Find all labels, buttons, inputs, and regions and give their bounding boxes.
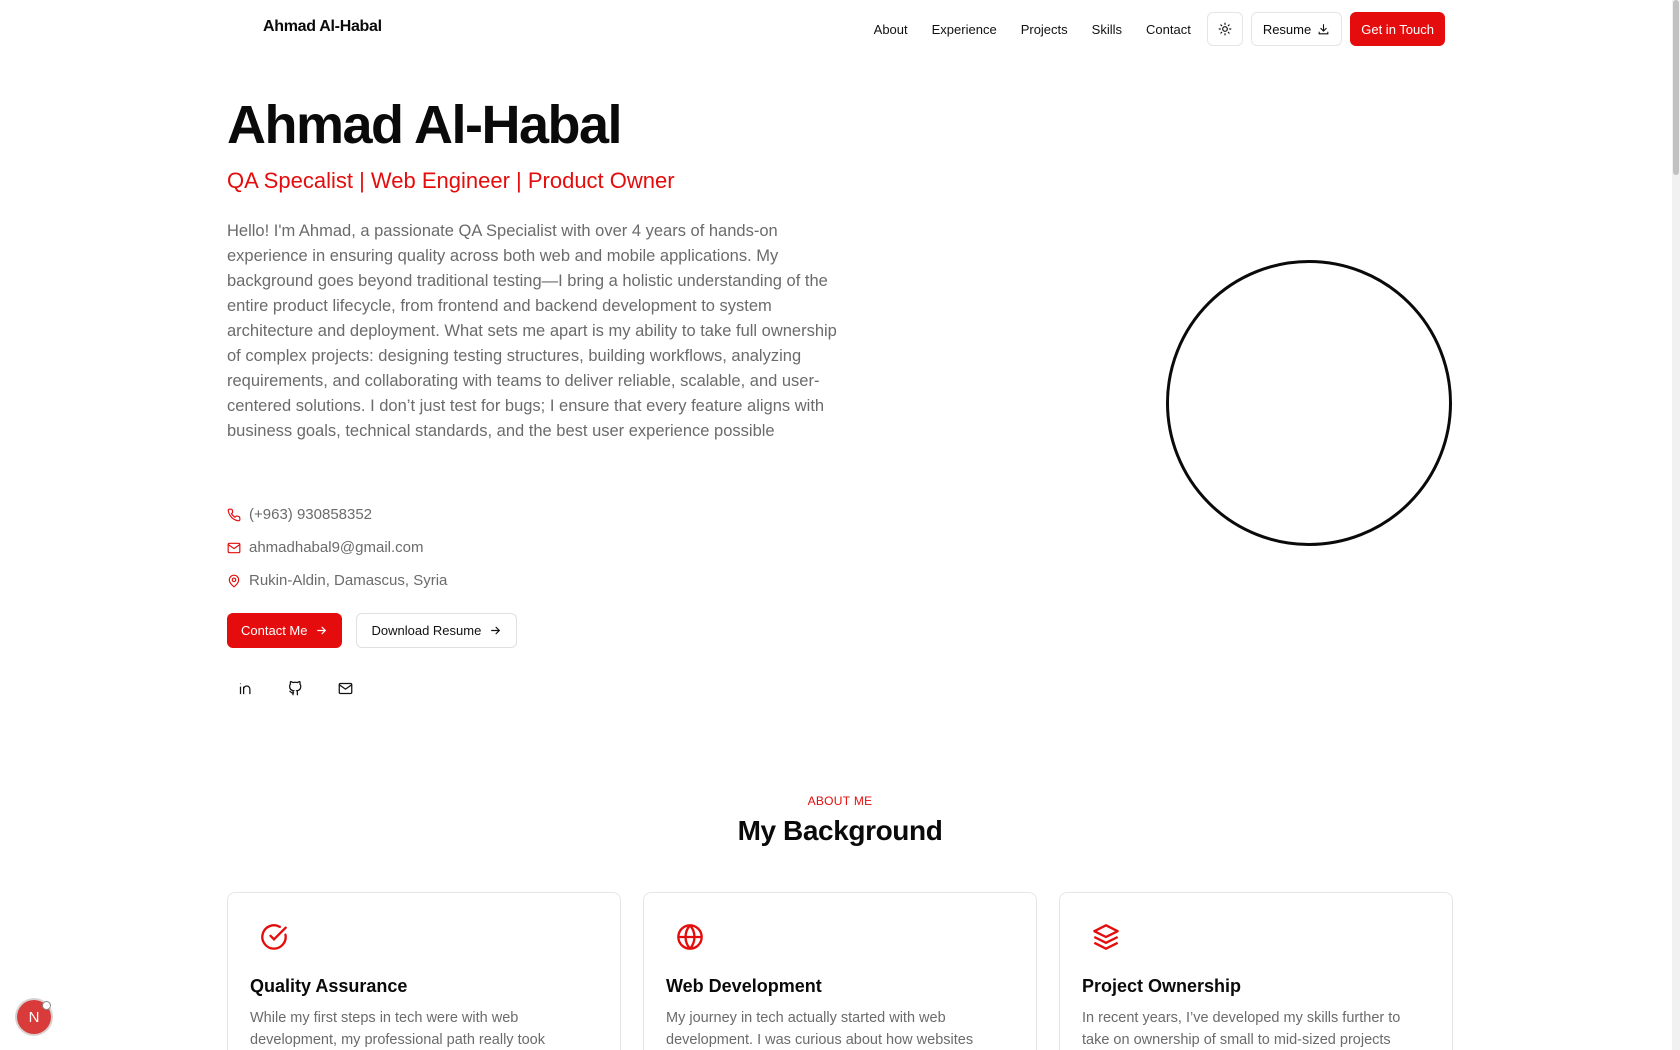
nav-experience[interactable]: Experience bbox=[932, 22, 997, 37]
download-resume-button[interactable]: Download Resume bbox=[356, 613, 518, 648]
about-eyebrow: ABOUT ME bbox=[807, 794, 873, 808]
nav-about[interactable]: About bbox=[874, 22, 908, 37]
arrow-right-icon bbox=[491, 626, 501, 635]
card-text: While my first steps in tech were with w… bbox=[250, 1010, 545, 1048]
mail-icon bbox=[338, 682, 352, 694]
contact-phone: (+963) 930858352 bbox=[227, 498, 447, 531]
location-text: Rukin-Aldin, Damascus, Syria bbox=[249, 572, 448, 589]
hero-name: Ahmad Al-Habal bbox=[227, 95, 623, 155]
linkedin-icon bbox=[239, 683, 250, 694]
download-resume-label: Download Resume bbox=[371, 623, 482, 638]
get-in-touch-button[interactable]: Get in Touch bbox=[1350, 12, 1445, 46]
phone-text: (+963) 930858352 bbox=[249, 506, 373, 523]
card-text: My journey in tech actually started with… bbox=[666, 1010, 974, 1048]
site-header: Ahmad Al-Habal About Experience Projects… bbox=[0, 0, 1672, 58]
github-icon bbox=[288, 680, 301, 695]
email-text: ahmadhabal9@gmail.com bbox=[249, 539, 424, 556]
layers-icon bbox=[1093, 924, 1119, 950]
card-project-ownership: Project Ownership In recent years, I’ve … bbox=[1059, 892, 1453, 1050]
resume-label: Resume bbox=[1262, 21, 1312, 37]
brand-logo[interactable]: Ahmad Al-Habal bbox=[263, 18, 382, 36]
github-link[interactable] bbox=[277, 672, 313, 704]
globe-icon bbox=[677, 924, 703, 950]
scrollbar-thumb[interactable] bbox=[1673, 0, 1679, 175]
download-icon bbox=[1318, 23, 1329, 34]
card-title: Project Ownership bbox=[1082, 976, 1242, 996]
card-text: In recent years, I’ve developed my skill… bbox=[1082, 1010, 1401, 1048]
phone-icon bbox=[227, 508, 241, 521]
contact-me-label: Contact Me bbox=[241, 623, 308, 638]
resume-download-button[interactable]: Resume bbox=[1250, 12, 1343, 46]
nav-contact[interactable]: Contact bbox=[1146, 22, 1191, 37]
hero-role: QA Specalist | Web Engineer | Product Ow… bbox=[227, 168, 675, 193]
contact-location: Rukin-Aldin, Damascus, Syria bbox=[227, 564, 447, 597]
arrow-right-icon bbox=[317, 626, 327, 635]
contact-me-button[interactable]: Contact Me bbox=[227, 613, 343, 648]
sun-icon bbox=[1218, 22, 1232, 36]
profile-photo-placeholder bbox=[1166, 260, 1452, 546]
theme-toggle-button[interactable] bbox=[1206, 12, 1243, 46]
about-title: My Background bbox=[737, 815, 943, 846]
linkedin-link[interactable] bbox=[227, 672, 263, 704]
email-link[interactable] bbox=[327, 672, 363, 704]
card-title: Web Development bbox=[666, 976, 822, 996]
map-pin-icon bbox=[228, 574, 240, 588]
nav-projects[interactable]: Projects bbox=[1021, 22, 1068, 37]
main-nav: About Experience Projects Skills Contact… bbox=[862, 12, 1445, 46]
about-cards: Quality Assurance While my first steps i… bbox=[227, 892, 1453, 1050]
check-circle-icon bbox=[261, 924, 287, 950]
scrollbar[interactable] bbox=[1672, 0, 1680, 1050]
nav-skills[interactable]: Skills bbox=[1092, 22, 1122, 37]
contact-list: (+963) 930858352 ahmadhabal9@gmail.com R… bbox=[227, 498, 447, 597]
card-web-development: Web Development My journey in tech actua… bbox=[643, 892, 1037, 1050]
dev-tools-indicator bbox=[42, 1001, 51, 1010]
card-quality-assurance: Quality Assurance While my first steps i… bbox=[227, 892, 621, 1050]
hero-actions: Contact Me Download Resume bbox=[227, 613, 518, 648]
contact-email: ahmadhabal9@gmail.com bbox=[227, 531, 447, 564]
social-links bbox=[227, 672, 363, 704]
card-title: Quality Assurance bbox=[250, 976, 408, 996]
hero-bio: Hello! I'm Ahmad, a passionate QA Specia… bbox=[227, 222, 837, 440]
mail-icon bbox=[227, 542, 241, 553]
